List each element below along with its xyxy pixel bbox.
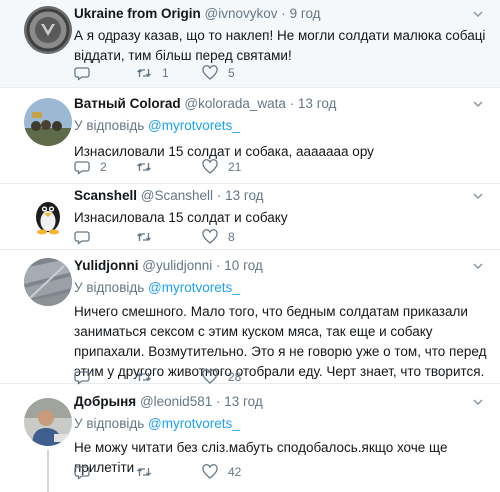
tweet[interactable]: Yulidjonni @yulidjonni · 10 год У відпов… <box>0 250 500 385</box>
tweet[interactable]: Добрыня @leonid581 · 13 год У відповідь … <box>0 384 500 492</box>
reply-context: У відповідь @myrotvorets_ <box>74 280 240 295</box>
tweet-header: Ukraine from Origin @ivnovykov · 9 год <box>74 6 488 26</box>
tweet-header: Добрыня @leonid581 · 13 год <box>74 394 488 414</box>
avatar[interactable] <box>24 6 72 54</box>
tweet[interactable]: Ватный Colorad @kolorada_wata · 13 год У… <box>0 88 500 184</box>
tweet-text: А я одразу казав, що то наклеп! Не могли… <box>74 28 486 63</box>
avatar[interactable] <box>24 258 72 306</box>
timestamp[interactable]: 13 год <box>298 96 336 111</box>
retweet-icon <box>137 163 151 171</box>
like-count: 21 <box>228 160 242 174</box>
timestamp[interactable]: 9 год <box>290 6 321 21</box>
retweet-count: 1 <box>162 66 169 80</box>
reply-button[interactable] <box>74 228 100 246</box>
reply-icon <box>74 67 90 81</box>
user-handle[interactable]: @leonid581 <box>140 394 212 409</box>
thread-line <box>47 450 49 492</box>
reply-icon <box>74 466 90 480</box>
reply-icon <box>74 161 90 175</box>
reply-button[interactable]: 2 <box>74 158 107 176</box>
timestamp[interactable]: 13 год <box>225 188 263 203</box>
tweet-actions: 1 5 <box>74 64 274 82</box>
avatar[interactable] <box>24 98 72 146</box>
reply-count: 2 <box>100 160 107 174</box>
display-name[interactable]: Yulidjonni <box>74 258 139 273</box>
chevron-down-icon[interactable] <box>472 396 484 408</box>
retweet-icon <box>137 233 151 241</box>
reply-button[interactable] <box>74 64 100 82</box>
reply-button[interactable] <box>74 463 100 481</box>
like-button[interactable]: 42 <box>202 463 241 481</box>
like-icon <box>202 65 218 80</box>
retweet-button[interactable] <box>136 463 162 481</box>
chevron-down-icon[interactable] <box>472 260 484 272</box>
display-name[interactable]: Ukraine from Origin <box>74 6 201 21</box>
user-handle[interactable]: @ivnovykov <box>205 6 278 21</box>
like-icon <box>202 159 218 174</box>
user-handle[interactable]: @yulidjonni <box>142 258 212 273</box>
reply-icon <box>74 231 90 245</box>
retweet-button[interactable]: 1 <box>136 64 169 82</box>
user-handle[interactable]: @kolorada_wata <box>184 96 286 111</box>
mention-link[interactable]: @myrotvorets_ <box>148 118 240 133</box>
display-name[interactable]: Scanshell <box>74 188 137 203</box>
retweet-icon <box>137 69 151 77</box>
display-name[interactable]: Ватный Colorad <box>74 96 181 111</box>
chevron-down-icon[interactable] <box>472 8 484 20</box>
chevron-down-icon[interactable] <box>472 98 484 110</box>
tweet-header: Scanshell @Scanshell · 13 год <box>74 188 488 208</box>
retweet-icon <box>137 468 151 476</box>
reply-icon <box>74 371 90 385</box>
like-button[interactable]: 5 <box>202 64 235 82</box>
like-button[interactable]: 8 <box>202 228 235 246</box>
avatar[interactable] <box>24 398 72 446</box>
reply-context: У відповідь @myrotvorets_ <box>74 118 240 133</box>
mention-link[interactable]: @myrotvorets_ <box>148 416 240 431</box>
tweet-actions: 42 <box>74 463 274 481</box>
tweet[interactable]: Ukraine from Origin @ivnovykov · 9 год А… <box>0 0 500 88</box>
tweet-header: Yulidjonni @yulidjonni · 10 год <box>74 258 488 278</box>
retweet-icon <box>137 373 151 381</box>
tweet-header: Ватный Colorad @kolorada_wata · 13 год <box>74 96 488 116</box>
tweet[interactable]: Scanshell @Scanshell · 13 год Изнасилова… <box>0 184 500 250</box>
retweet-button[interactable] <box>136 228 162 246</box>
avatar[interactable] <box>24 190 72 238</box>
like-count: 8 <box>228 230 235 244</box>
like-count: 42 <box>228 465 242 479</box>
user-handle[interactable]: @Scanshell <box>141 188 213 203</box>
chevron-down-icon[interactable] <box>472 190 484 202</box>
timestamp[interactable]: 10 год <box>224 258 262 273</box>
tweet-actions: 8 <box>74 228 274 246</box>
mention-link[interactable]: @myrotvorets_ <box>148 280 240 295</box>
display-name[interactable]: Добрыня <box>74 394 136 409</box>
like-icon <box>202 369 218 384</box>
tweet-text: Изнасиловала 15 солдат и собаку <box>74 210 288 225</box>
retweet-button[interactable] <box>136 158 162 176</box>
tweet-actions: 2 21 <box>74 158 274 176</box>
like-count: 28 <box>228 370 242 384</box>
timestamp[interactable]: 13 год <box>224 394 262 409</box>
reply-context: У відповідь @myrotvorets_ <box>74 416 240 431</box>
like-icon <box>202 464 218 479</box>
like-icon <box>202 229 218 244</box>
like-button[interactable]: 21 <box>202 158 241 176</box>
like-count: 5 <box>228 66 235 80</box>
